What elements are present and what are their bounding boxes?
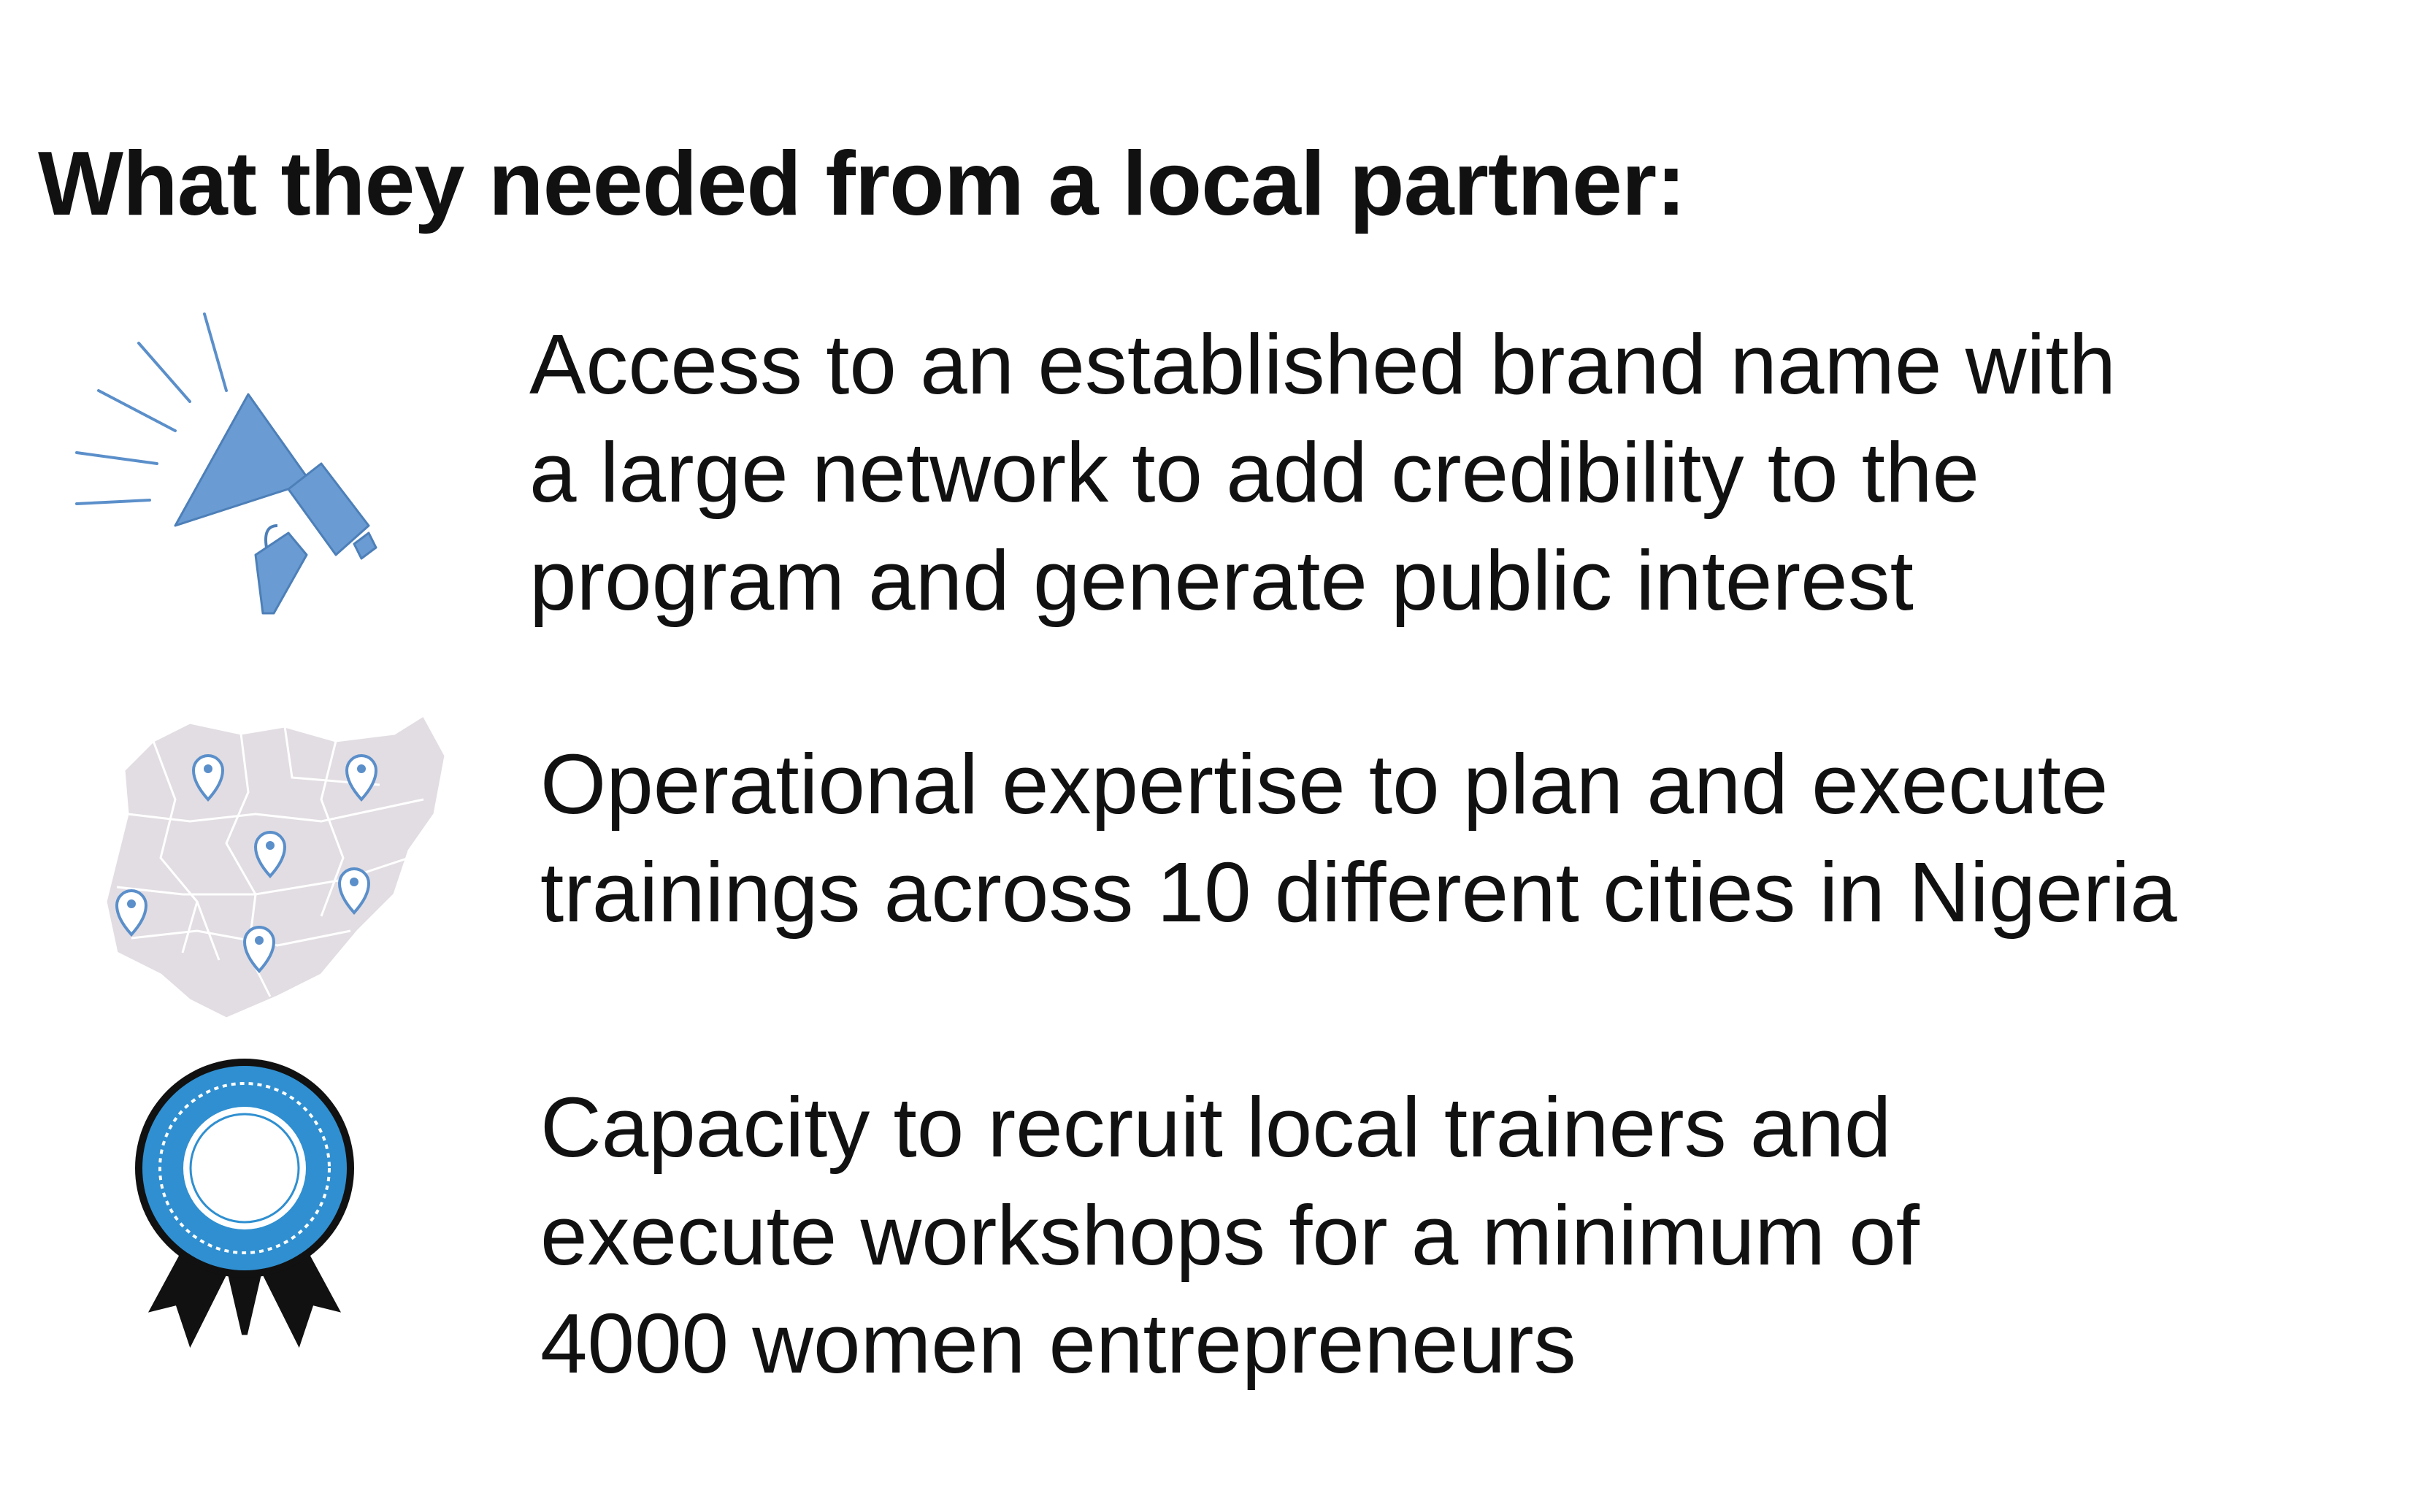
- text-line: Capacity to recruit local trainers and: [540, 1080, 1892, 1175]
- text-line: 4000 women entrepreneurs: [540, 1296, 1576, 1391]
- text-line: Access to an established brand name with: [529, 317, 2117, 412]
- text-line: a large network to add credibility to th…: [529, 425, 1979, 520]
- need-description-brand: Access to an established brand name with…: [529, 310, 2116, 634]
- nigeria-map-icon: [102, 712, 447, 1026]
- text-line: trainings across 10 different cities in …: [540, 845, 2177, 940]
- text-line: program and generate public interest: [529, 533, 1914, 628]
- text-line: execute workshops for a minimum of: [540, 1188, 1920, 1283]
- text-line: Operational expertise to plan and execut…: [540, 737, 2109, 832]
- megaphone-icon: [69, 307, 383, 628]
- award-ribbon-icon: [131, 1059, 358, 1354]
- page-heading: What they needed from a local partner:: [38, 134, 1686, 234]
- need-description-capacity: Capacity to recruit local trainers and e…: [540, 1073, 1920, 1397]
- need-description-operations: Operational expertise to plan and execut…: [540, 730, 2177, 946]
